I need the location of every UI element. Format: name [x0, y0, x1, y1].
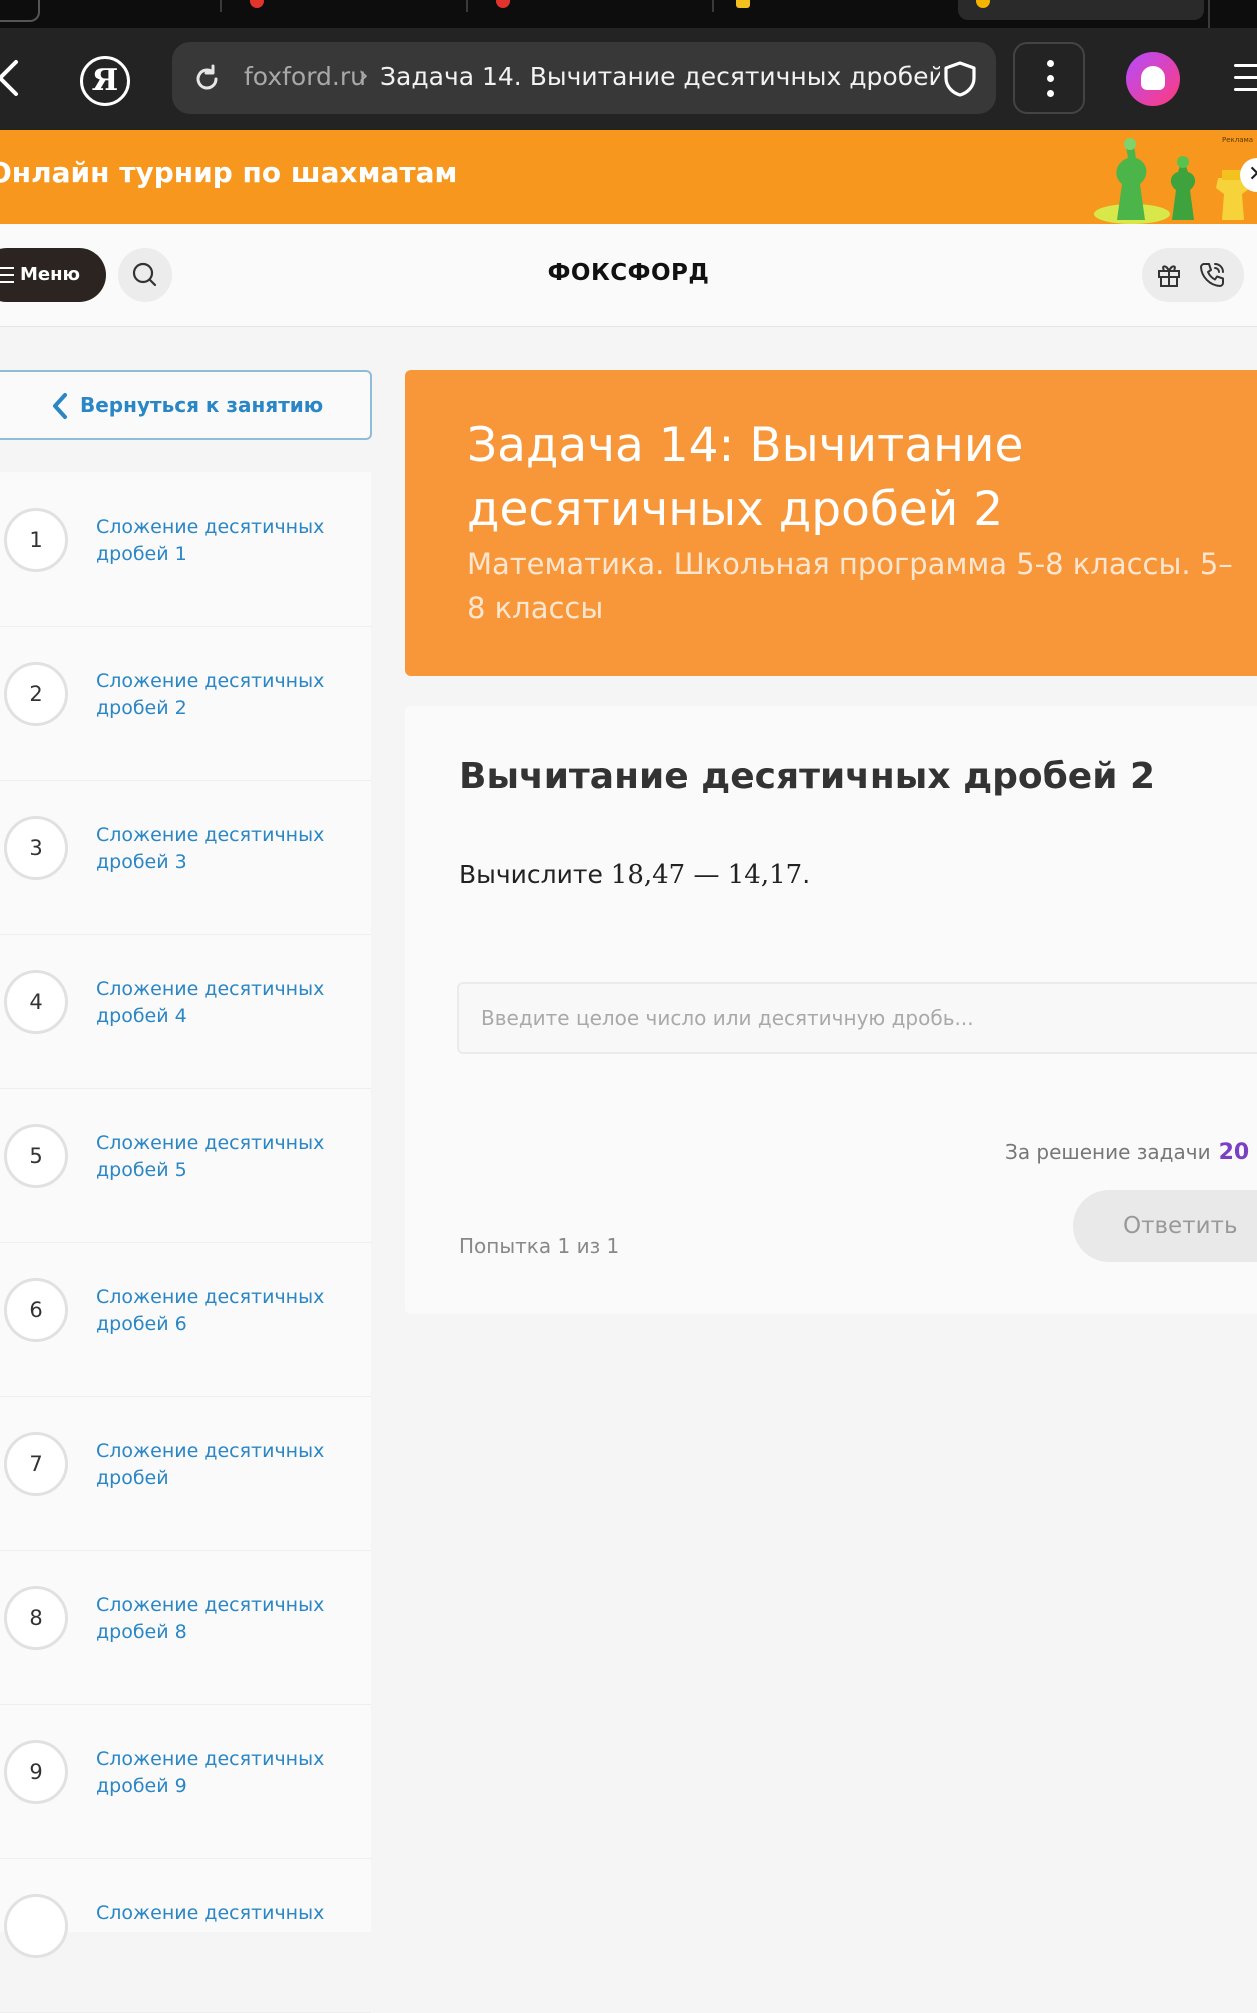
tab-separator — [712, 0, 714, 12]
page-title: Задача 14: Вычитание десятичных дробей 2 — [467, 418, 1024, 537]
list-item[interactable]: 9 Сложение десятичных дробей 9 — [0, 1704, 371, 1859]
browser-toolbar: Я foxford.ru › Задача 14. Вычитание деся… — [0, 28, 1257, 130]
attempts-counter: Попытка 1 из 1 — [459, 1234, 620, 1258]
yandex-icon[interactable]: Я — [80, 56, 130, 106]
list-item[interactable]: 2 Сложение десятичных дробей 2 — [0, 626, 371, 781]
task-link[interactable]: Сложение десятичных дробей — [96, 1438, 326, 1492]
task-number-badge: 5 — [4, 1124, 68, 1188]
question-expression: 18,47 — 14,17 — [610, 860, 803, 890]
address-bar[interactable]: foxford.ru › Задача 14. Вычитание десяти… — [172, 42, 996, 114]
task-header: Задача 14: Вычитание десятичных дробей 2… — [405, 370, 1257, 676]
tab-separator — [1208, 0, 1210, 28]
site-logo[interactable]: ФОКСФОРД — [0, 260, 1257, 286]
course-subtitle: Математика. Школьная программа 5-8 класс… — [467, 547, 1233, 625]
task-card: Вычитание десятичных дробей 2 Вычислите … — [405, 706, 1257, 1314]
url-host: foxford.ru — [244, 62, 366, 91]
hamburger-icon[interactable] — [1234, 64, 1257, 100]
chevron-left-icon — [53, 393, 67, 419]
reward-xp-badge: 20 XP — [1218, 1140, 1257, 1165]
reload-icon[interactable] — [192, 64, 222, 94]
task-heading: Вычитание десятичных дробей 2 — [459, 756, 1156, 797]
list-item[interactable]: Сложение десятичных — [0, 1858, 371, 2013]
task-link[interactable]: Сложение десятичных дробей 3 — [96, 822, 326, 876]
reward-info: За решение задачи 20 XP — [1005, 1140, 1257, 1165]
task-link[interactable]: Сложение десятичных дробей 6 — [96, 1284, 326, 1338]
task-number-badge: 9 — [4, 1740, 68, 1804]
gift-icon[interactable] — [1156, 262, 1182, 288]
task-link[interactable]: Сложение десятичных дробей 8 — [96, 1592, 326, 1646]
task-link[interactable]: Сложение десятичных — [96, 1900, 326, 1927]
list-item[interactable]: 8 Сложение десятичных дробей 8 — [0, 1550, 371, 1705]
task-link[interactable]: Сложение десятичных дробей 9 — [96, 1746, 326, 1800]
tab-separator — [466, 0, 468, 12]
task-number-badge: 3 — [4, 816, 68, 880]
task-question: Вычислите 18,47 — 14,17. — [459, 860, 810, 890]
list-item[interactable]: 5 Сложение десятичных дробей 5 — [0, 1088, 371, 1243]
task-link[interactable]: Сложение десятичных дробей 1 — [96, 514, 326, 568]
lesson-task-list: 1 Сложение десятичных дробей 1 2 Сложени… — [0, 472, 371, 2013]
tab-favicon-icon[interactable] — [250, 0, 264, 8]
tab-favicon-icon[interactable] — [736, 0, 750, 8]
phone-icon[interactable] — [1198, 261, 1226, 289]
task-number-badge: 2 — [4, 662, 68, 726]
alice-icon[interactable] — [1126, 52, 1180, 106]
question-suffix: . — [802, 860, 811, 889]
list-item[interactable]: 1 Сложение десятичных дробей 1 — [0, 472, 371, 627]
task-link[interactable]: Сложение десятичных дробей 5 — [96, 1130, 326, 1184]
list-item[interactable]: 4 Сложение десятичных дробей 4 — [0, 934, 371, 1089]
list-item[interactable]: 7 Сложение десятичных дробей — [0, 1396, 371, 1551]
back-arrow-icon[interactable] — [0, 58, 24, 98]
answer-input[interactable] — [457, 982, 1257, 1054]
url-page-title: Задача 14. Вычитание десятичных дробей 2… — [380, 62, 940, 91]
back-to-lesson-label: Вернуться к занятию — [80, 393, 324, 417]
shield-icon[interactable] — [942, 60, 978, 98]
task-number-badge — [4, 1894, 68, 1958]
ad-label: Реклама — [1222, 136, 1254, 144]
back-to-lesson-button[interactable]: Вернуться к занятию — [0, 370, 372, 440]
tab-separator — [220, 0, 222, 12]
banner-text: Онлайн турнир по шахматам — [0, 156, 458, 189]
browser-tab-strip — [0, 0, 1257, 28]
task-link[interactable]: Сложение десятичных дробей 4 — [96, 976, 326, 1030]
more-vertical-icon[interactable] — [1013, 42, 1085, 114]
task-number-badge: 7 — [4, 1432, 68, 1496]
list-item[interactable]: 6 Сложение десятичных дробей 6 — [0, 1242, 371, 1397]
reward-label: За решение задачи — [1005, 1140, 1211, 1164]
submit-answer-button[interactable]: Ответить — [1073, 1190, 1257, 1262]
task-number-badge: 8 — [4, 1586, 68, 1650]
tab-favicon-icon[interactable] — [496, 0, 510, 8]
promo-banner[interactable]: Онлайн турнир по шахматам Реклама ✕ — [0, 130, 1257, 224]
task-number-badge: 1 — [4, 508, 68, 572]
site-header: Меню ФОКСФОРД — [0, 224, 1257, 327]
tab-favicon-icon — [976, 0, 990, 8]
task-number-badge: 6 — [4, 1278, 68, 1342]
browser-tab-active[interactable] — [958, 0, 1204, 20]
question-prefix: Вычислите — [459, 860, 611, 889]
task-number-badge: 4 — [4, 970, 68, 1034]
list-item[interactable]: 3 Сложение десятичных дробей 3 — [0, 780, 371, 935]
task-link[interactable]: Сложение десятичных дробей 2 — [96, 668, 326, 722]
chess-pieces-illustration — [1094, 138, 1250, 224]
browser-tab[interactable] — [0, 0, 40, 22]
header-actions — [1142, 248, 1244, 302]
url-separator: › — [358, 60, 369, 91]
